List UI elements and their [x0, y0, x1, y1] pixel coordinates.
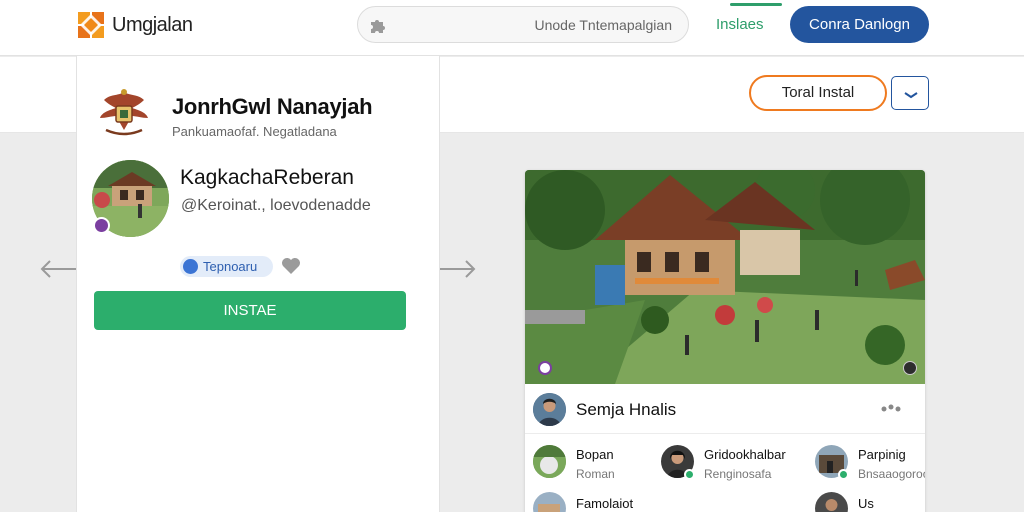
emblem-icon [100, 89, 148, 136]
contact-item[interactable]: Parpinig Bnsaaogoroo [815, 445, 925, 485]
contact-avatar [533, 492, 566, 512]
media-badge-left [538, 361, 552, 375]
contact-name: Gridookhalbar [704, 447, 786, 462]
tab-active-indicator [730, 3, 782, 6]
install-button[interactable]: INSTAE [94, 291, 406, 330]
account-name: KagkachaReberan [180, 166, 354, 189]
search-text: Unode Tntemapalgian [534, 17, 672, 33]
account-handle: @Keroinat., loevodenadde [181, 197, 371, 214]
online-badge [684, 469, 695, 480]
app-logo-icon[interactable] [76, 10, 106, 40]
content-panel: Semja Hnalis Bopan Roman Gridookhalbar R… [525, 170, 925, 512]
dropdown-button[interactable] [891, 76, 929, 110]
search-input[interactable]: Unode Tntemapalgian [357, 6, 689, 43]
user-avatar [533, 393, 566, 426]
brand-name: Umgjalan [112, 14, 193, 36]
profile-name: JonrhGwl Nanayjah [172, 94, 373, 119]
total-install-button[interactable]: Toral Instal [749, 75, 887, 111]
user-name: Semja Hnalis [576, 400, 677, 419]
heart-icon[interactable] [281, 257, 301, 275]
profile-subtitle: Pankuamaofaf. Negatladana [172, 124, 337, 139]
connect-button[interactable]: Conra Danlogn [790, 6, 929, 43]
village-house-photo[interactable] [525, 170, 925, 384]
contact-avatar [815, 492, 848, 512]
contact-item[interactable]: Bopan Roman [533, 445, 663, 485]
contact-sub: Renginosafa [704, 467, 772, 481]
online-badge [838, 469, 849, 480]
contact-name: Parpinig [858, 447, 906, 462]
user-row[interactable]: Semja Hnalis [525, 384, 925, 434]
contact-sub: Roman [576, 467, 615, 481]
contact-item[interactable]: Famolaiot [533, 492, 663, 512]
contact-item[interactable]: Us [815, 492, 925, 512]
contact-avatar [533, 445, 566, 478]
tag-label: Tepnoaru [203, 259, 258, 274]
contact-sub: Bnsaaogoroo [858, 467, 925, 481]
more-icon[interactable] [880, 404, 902, 414]
tab-installs[interactable]: Inslaes [716, 16, 764, 33]
tag-icon [183, 259, 198, 274]
puzzle-icon [371, 20, 385, 33]
arrow-left-icon[interactable] [38, 258, 78, 280]
contact-item[interactable]: Gridookhalbar Renginosafa [661, 445, 811, 485]
contact-name: Bopan [576, 447, 614, 462]
contact-name: Us [858, 496, 874, 511]
media-badge-right [903, 361, 917, 375]
chevron-down-icon [904, 92, 918, 99]
status-badge [93, 217, 110, 234]
contact-name: Famolaiot [576, 496, 634, 511]
arrow-right-icon[interactable] [438, 258, 478, 280]
